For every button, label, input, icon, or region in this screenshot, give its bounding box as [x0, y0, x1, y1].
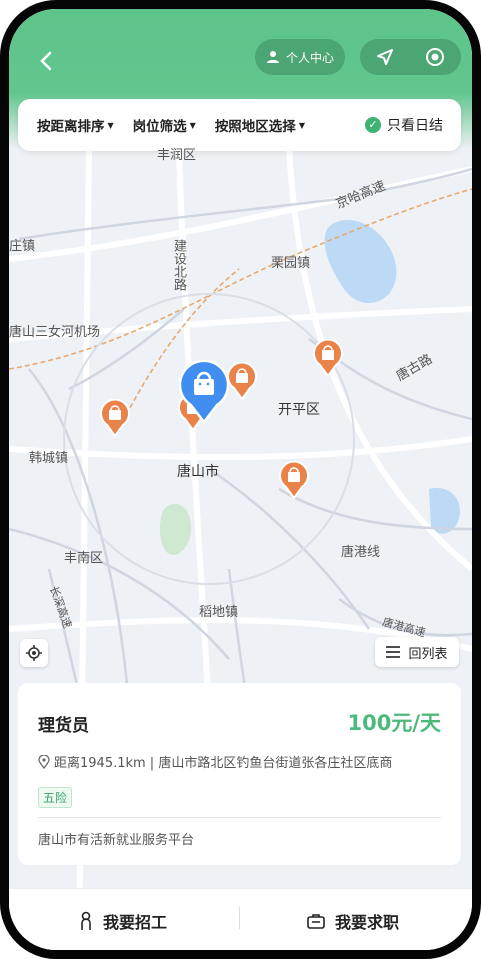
map-label: 庄镇 [9, 239, 36, 254]
phone-frame: 个人中心 按距离排序 ▼ 岗位筛选 ▼ 按照地区选择 ▼ ✓ 只看日结 丰润区 京哈高… [0, 0, 481, 959]
user-icon [266, 51, 279, 63]
person-icon [81, 911, 91, 930]
tab-recruit[interactable]: 我要招工 [79, 909, 167, 933]
tab-seek-label: 我要求职 [335, 913, 400, 932]
only-daily-label: 只看日结 [387, 118, 443, 134]
map-label: 开平区 [278, 402, 320, 418]
navigation-arrow-icon[interactable] [376, 48, 394, 66]
dropdown-arrow-icon: ▼ [107, 120, 114, 130]
position-filter-label: 岗位筛选 [132, 119, 187, 135]
job-marker[interactable] [278, 461, 310, 499]
job-address: 距离1945.1km | 唐山市路北区钓鱼台街道张各庄社区底商 [38, 752, 392, 771]
region-dropdown[interactable]: 按照地区选择 ▼ [215, 115, 305, 135]
sort-dropdown[interactable]: 按距离排序 ▼ [37, 115, 114, 135]
dropdown-arrow-icon: ▼ [298, 120, 305, 130]
map-label: 唐山市 [177, 464, 219, 480]
briefcase-icon [307, 914, 325, 929]
map-label: 建设北路 [171, 239, 186, 291]
tab-separator [239, 907, 240, 929]
chevron-left-icon [40, 51, 52, 71]
map-label: 稻地镇 [199, 605, 239, 620]
selected-job-marker[interactable] [177, 360, 231, 424]
job-salary: 100元/天 [347, 711, 441, 735]
filter-bar: 按距离排序 ▼ 岗位筛选 ▼ 按照地区选择 ▼ ✓ 只看日结 [18, 99, 461, 151]
card-divider [38, 817, 441, 818]
region-label: 按照地区选择 [214, 119, 296, 135]
target-icon[interactable] [425, 47, 445, 67]
only-daily-toggle[interactable]: ✓ 只看日结 [365, 115, 443, 135]
platform-name: 唐山市有活新就业服务平台 [38, 833, 195, 848]
check-icon: ✓ [365, 117, 381, 133]
tab-recruit-label: 我要招工 [103, 913, 168, 932]
user-center-button[interactable]: 个人中心 [255, 39, 345, 75]
tab-seek-job[interactable]: 我要求职 [307, 909, 399, 933]
crosshair-icon [26, 645, 42, 661]
map-label: 丰南区 [64, 551, 104, 566]
job-card[interactable]: 理货员 100元/天 距离1945.1km | 唐山市路北区钓鱼台街道张各庄社区… [18, 683, 461, 865]
map-label: 韩城镇 [29, 451, 69, 466]
map-label: 栗园镇 [271, 256, 311, 271]
map-label: 丰润区 [157, 148, 197, 163]
back-to-list-label: 回列表 [408, 646, 448, 662]
my-location-button[interactable] [20, 639, 48, 667]
job-marker[interactable] [99, 399, 131, 437]
back-button[interactable] [35, 49, 59, 73]
map-label: 唐港线 [341, 545, 381, 560]
user-center-label: 个人中心 [285, 50, 334, 65]
list-icon [386, 646, 401, 658]
job-address-text: 距离1945.1km | 唐山市路北区钓鱼台街道张各庄社区底商 [54, 756, 393, 771]
map-label: 唐山三女河机场 [9, 325, 101, 340]
bottom-nav: 我要招工 我要求职 [9, 888, 472, 950]
job-marker[interactable] [312, 339, 344, 377]
map-control-pill [360, 39, 461, 75]
dropdown-arrow-icon: ▼ [189, 120, 196, 130]
sort-label: 按距离排序 [37, 119, 105, 135]
benefit-tag: 五险 [38, 787, 73, 808]
back-to-list-button[interactable]: 回列表 [375, 637, 459, 667]
position-filter-dropdown[interactable]: 岗位筛选 ▼ [133, 115, 196, 135]
location-pin-icon [38, 754, 50, 769]
job-title: 理货员 [38, 716, 89, 736]
